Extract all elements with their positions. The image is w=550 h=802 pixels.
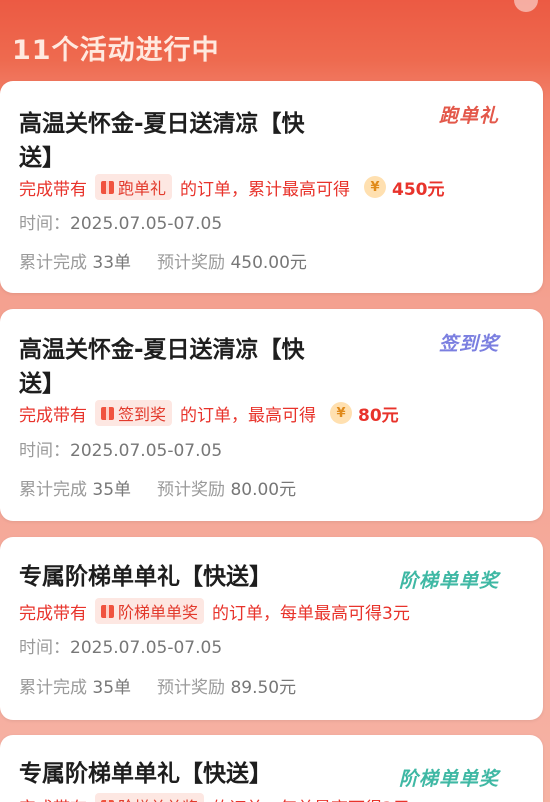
card-title: 高温关怀金-夏日送清凉【快 送】	[19, 337, 305, 397]
reward-pill: 阶梯单单奖	[95, 793, 205, 802]
activity-tag: 阶梯单单奖	[398, 768, 499, 790]
card-title: 专属阶梯单单礼【快送】	[19, 564, 272, 590]
activity-card[interactable]: 专属阶梯单单礼【快送】 阶梯单单奖 完成带有 阶梯单单奖 的订单，每单最高可得3…	[0, 537, 543, 720]
gift-icon	[101, 604, 114, 618]
gift-icon	[101, 180, 114, 194]
reward-amount: 80元	[358, 405, 399, 426]
reward-amount: 450元	[392, 179, 445, 200]
gift-icon	[101, 406, 114, 420]
page-title: 11个活动进行中	[12, 35, 220, 66]
time-row: 时间：2025.07.05-07.05	[19, 441, 223, 461]
stats-row: 累计完成 35单 预计奖励 80.00元	[19, 480, 297, 500]
card-title: 高温关怀金-夏日送清凉【快 送】	[19, 111, 305, 171]
activity-tag: 签到奖	[438, 333, 499, 355]
reward-pill: 签到奖	[95, 400, 173, 426]
condition-text: 完成带有 跑单礼 的订单，累计最高可得 ¥ 450元	[19, 174, 445, 200]
reward-pill: 跑单礼	[95, 174, 173, 200]
activity-tag: 跑单礼	[438, 105, 499, 127]
reward-pill: 阶梯单单奖	[95, 598, 205, 624]
activity-card[interactable]: 专属阶梯单单礼【快送】 阶梯单单奖 完成带有 阶梯单单奖 的订单，每单最高可得3…	[0, 735, 543, 802]
coin-icon: ¥	[364, 176, 387, 198]
card-title: 专属阶梯单单礼【快送】	[19, 761, 272, 787]
activity-card[interactable]: 高温关怀金-夏日送清凉【快 送】 跑单礼 完成带有 跑单礼 的订单，累计最高可得…	[0, 81, 543, 293]
stats-row: 累计完成 35单 预计奖励 89.50元	[19, 678, 297, 698]
time-row: 时间：2025.07.05-07.05	[19, 214, 223, 234]
stats-row: 累计完成 33单 预计奖励 450.00元	[19, 253, 307, 273]
coin-icon: ¥	[330, 402, 353, 424]
time-row: 时间：2025.07.05-07.05	[19, 638, 223, 658]
activity-card[interactable]: 高温关怀金-夏日送清凉【快 送】 签到奖 完成带有 签到奖 的订单，最高可得 ¥…	[0, 309, 543, 521]
header-top-icon	[514, 0, 538, 12]
condition-text: 完成带有 签到奖 的订单，最高可得 ¥ 80元	[19, 400, 399, 426]
activity-tag: 阶梯单单奖	[398, 570, 499, 592]
condition-text: 完成带有 阶梯单单奖 的订单，每单最高可得3元	[19, 793, 410, 802]
condition-text: 完成带有 阶梯单单奖 的订单，每单最高可得3元	[19, 598, 410, 624]
